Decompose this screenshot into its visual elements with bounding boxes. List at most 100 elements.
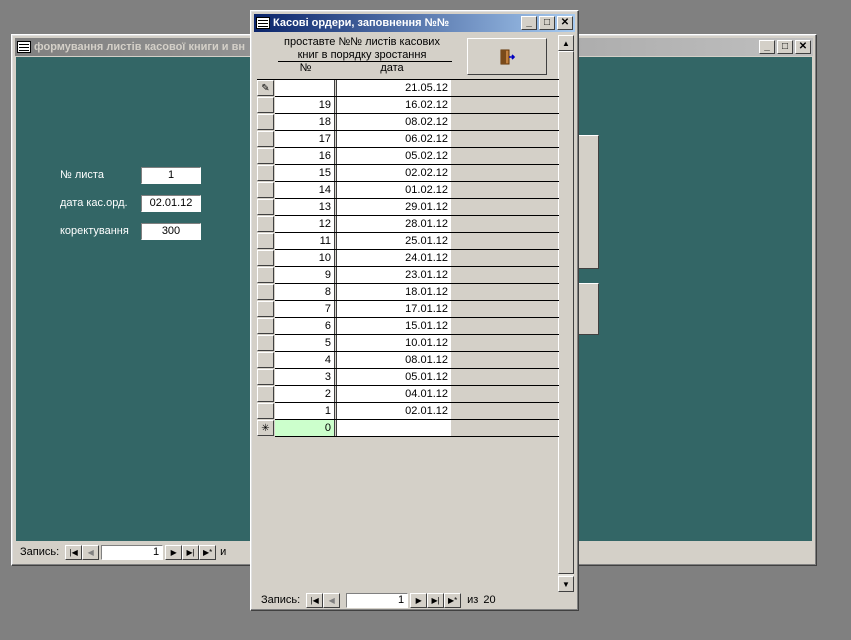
date-cell[interactable]: 10.01.12 xyxy=(337,335,451,351)
table-row[interactable]: 4 08.01.12 xyxy=(257,352,559,369)
num-cell[interactable]: 12 xyxy=(275,216,334,232)
num-cell[interactable] xyxy=(275,80,334,96)
date-cell[interactable]: 05.02.12 xyxy=(337,148,451,164)
close-button[interactable]: ✕ xyxy=(795,40,811,54)
last-record-button[interactable]: ▶| xyxy=(182,544,200,560)
scroll-thumb[interactable] xyxy=(558,51,574,574)
row-selector[interactable] xyxy=(257,182,274,198)
maximize-button[interactable]: □ xyxy=(777,40,793,54)
date-cell[interactable]: 06.02.12 xyxy=(337,131,451,147)
date-cell[interactable]: 08.02.12 xyxy=(337,114,451,130)
row-selector[interactable] xyxy=(257,335,274,351)
num-cell[interactable]: 8 xyxy=(275,284,334,300)
row-selector[interactable] xyxy=(257,199,274,215)
record-number-input[interactable]: 1 xyxy=(101,544,164,560)
row-selector[interactable] xyxy=(257,148,274,164)
row-selector[interactable] xyxy=(257,267,274,283)
pencil-icon[interactable]: ✎ xyxy=(257,80,274,96)
table-row[interactable]: 18 08.02.12 xyxy=(257,114,559,131)
num-cell[interactable]: 0 xyxy=(275,420,334,436)
record-number-input[interactable]: 1 xyxy=(346,592,409,608)
table-row[interactable]: 12 28.01.12 xyxy=(257,216,559,233)
prev-record-button[interactable]: ◀ xyxy=(82,544,100,560)
num-cell[interactable]: 7 xyxy=(275,301,334,317)
date-cell[interactable]: 05.01.12 xyxy=(337,369,451,385)
num-cell[interactable]: 9 xyxy=(275,267,334,283)
date-cell[interactable]: 02.02.12 xyxy=(337,165,451,181)
table-row[interactable]: 13 29.01.12 xyxy=(257,199,559,216)
date-cell[interactable]: 08.01.12 xyxy=(337,352,451,368)
row-selector[interactable] xyxy=(257,284,274,300)
close-button[interactable]: ✕ xyxy=(557,16,573,30)
num-cell[interactable]: 10 xyxy=(275,250,334,266)
scroll-down-button[interactable]: ▼ xyxy=(558,576,574,592)
num-cell[interactable]: 16 xyxy=(275,148,334,164)
table-row[interactable]: 16 05.02.12 xyxy=(257,148,559,165)
table-row[interactable]: 3 05.01.12 xyxy=(257,369,559,386)
minimize-button[interactable]: _ xyxy=(521,16,537,30)
row-selector[interactable] xyxy=(257,250,274,266)
num-cell[interactable]: 2 xyxy=(275,386,334,402)
correction-field[interactable]: 300 xyxy=(141,223,201,240)
front-window-titlebar[interactable]: Касові ордери, заповнення №№ _ □ ✕ xyxy=(254,14,575,32)
date-cell[interactable]: 16.02.12 xyxy=(337,97,451,113)
num-cell[interactable]: 15 xyxy=(275,165,334,181)
date-cell[interactable]: 21.05.12 xyxy=(337,80,451,96)
date-cell[interactable]: 23.01.12 xyxy=(337,267,451,283)
table-row[interactable]: 2 04.01.12 xyxy=(257,386,559,403)
num-cell[interactable]: 1 xyxy=(275,403,334,419)
num-cell[interactable]: 18 xyxy=(275,114,334,130)
next-record-button[interactable]: ▶ xyxy=(410,592,428,608)
first-record-button[interactable]: |◀ xyxy=(65,544,83,560)
date-cell[interactable]: 18.01.12 xyxy=(337,284,451,300)
table-row[interactable]: 8 18.01.12 xyxy=(257,284,559,301)
num-cell[interactable]: 11 xyxy=(275,233,334,249)
row-selector[interactable] xyxy=(257,369,274,385)
minimize-button[interactable]: _ xyxy=(759,40,775,54)
date-cell[interactable] xyxy=(337,420,451,436)
table-row[interactable]: 14 01.02.12 xyxy=(257,182,559,199)
row-selector[interactable] xyxy=(257,165,274,181)
num-cell[interactable]: 14 xyxy=(275,182,334,198)
date-cell[interactable]: 29.01.12 xyxy=(337,199,451,215)
date-cell[interactable]: 28.01.12 xyxy=(337,216,451,232)
new-record-button[interactable]: ▶* xyxy=(199,544,217,560)
new-record-button[interactable]: ▶* xyxy=(444,592,462,608)
table-row[interactable]: 9 23.01.12 xyxy=(257,267,559,284)
scroll-up-button[interactable]: ▲ xyxy=(558,35,574,51)
table-row[interactable]: 7 17.01.12 xyxy=(257,301,559,318)
table-row[interactable]: 1 02.01.12 xyxy=(257,403,559,420)
row-selector[interactable] xyxy=(257,403,274,419)
table-row[interactable]: 5 10.01.12 xyxy=(257,335,559,352)
new-record-asterisk-icon[interactable]: ✳ xyxy=(257,420,274,436)
date-cell[interactable]: 04.01.12 xyxy=(337,386,451,402)
date-cell[interactable]: 25.01.12 xyxy=(337,233,451,249)
row-selector[interactable] xyxy=(257,352,274,368)
table-row[interactable]: 11 25.01.12 xyxy=(257,233,559,250)
num-cell[interactable]: 3 xyxy=(275,369,334,385)
row-selector[interactable] xyxy=(257,97,274,113)
table-row[interactable]: 17 06.02.12 xyxy=(257,131,559,148)
num-cell[interactable]: 17 xyxy=(275,131,334,147)
row-selector[interactable] xyxy=(257,386,274,402)
table-row[interactable]: 6 15.01.12 xyxy=(257,318,559,335)
exit-button[interactable] xyxy=(467,38,547,75)
date-cell[interactable]: 02.01.12 xyxy=(337,403,451,419)
table-row[interactable]: 19 16.02.12 xyxy=(257,97,559,114)
table-row[interactable]: 15 02.02.12 xyxy=(257,165,559,182)
num-cell[interactable]: 4 xyxy=(275,352,334,368)
row-selector[interactable] xyxy=(257,301,274,317)
table-row-editing[interactable]: ✎ 21.05.12 xyxy=(257,80,559,97)
cash-order-date-field[interactable]: 02.01.12 xyxy=(141,195,201,212)
row-selector[interactable] xyxy=(257,216,274,232)
date-cell[interactable]: 24.01.12 xyxy=(337,250,451,266)
num-cell[interactable]: 5 xyxy=(275,335,334,351)
date-cell[interactable]: 17.01.12 xyxy=(337,301,451,317)
row-selector[interactable] xyxy=(257,318,274,334)
num-cell[interactable]: 13 xyxy=(275,199,334,215)
prev-record-button[interactable]: ◀ xyxy=(323,592,341,608)
date-cell[interactable]: 15.01.12 xyxy=(337,318,451,334)
row-selector[interactable] xyxy=(257,131,274,147)
table-row[interactable]: 10 24.01.12 xyxy=(257,250,559,267)
table-row-new[interactable]: ✳ 0 xyxy=(257,420,559,437)
